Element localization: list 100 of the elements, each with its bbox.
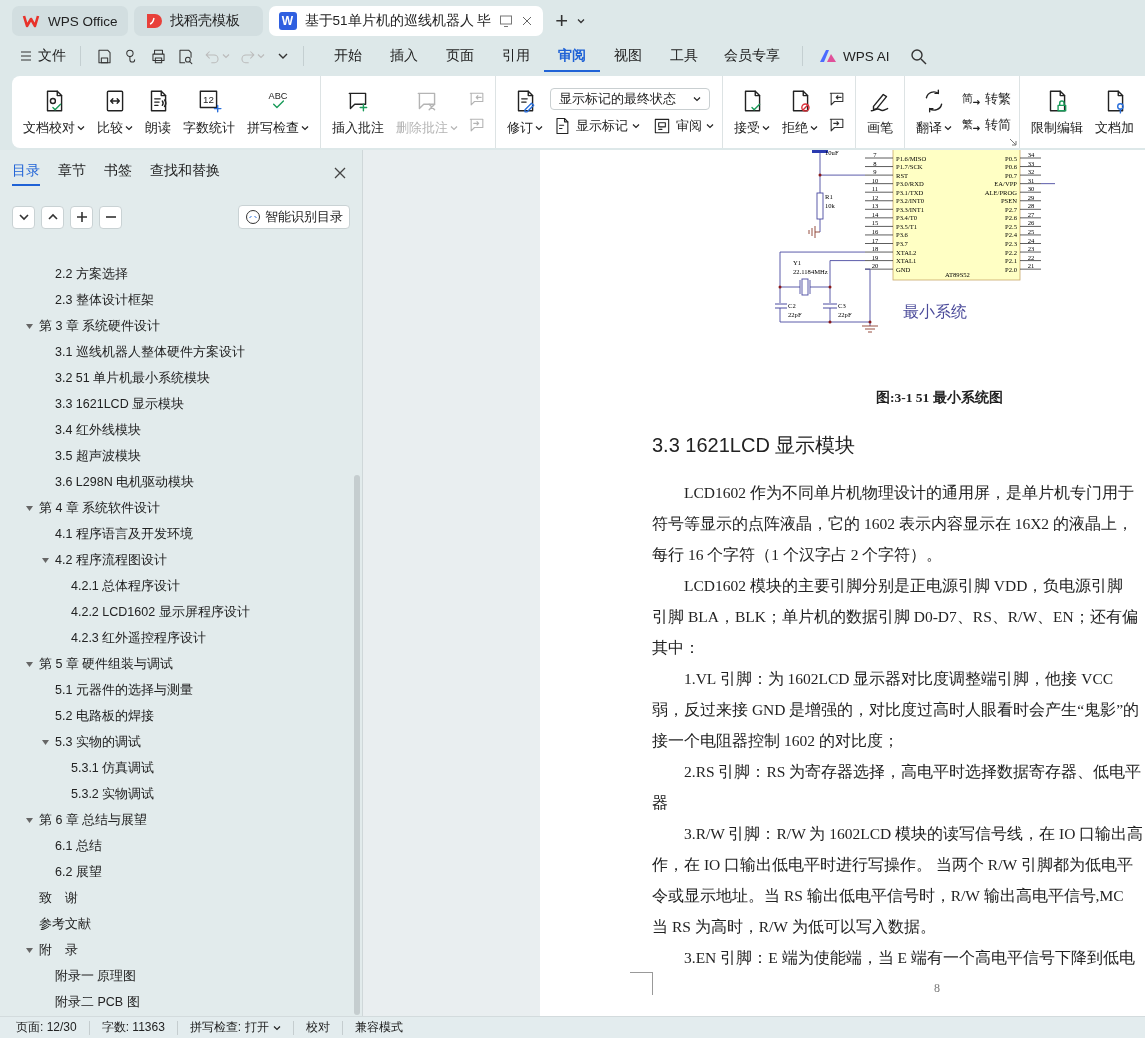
toc-item[interactable]: 6.1 总结 [55,837,102,855]
ribbon-button[interactable]: 文档校对 [18,83,90,141]
ribbon-tab[interactable]: 审阅 [544,40,600,72]
ribbon-button[interactable]: 翻译 [911,83,957,141]
crop-mark [630,972,653,995]
status-text: 页面: 12/30 [15,1019,78,1036]
toc-item[interactable]: 第 5 章 硬件组装与调试 [39,655,174,673]
ribbon-button[interactable]: 接受 [729,83,775,141]
ribbon-button[interactable]: 画笔 [862,83,898,141]
sidebar-tab[interactable]: 章节 [58,162,86,186]
caret-icon [632,122,640,130]
ribbon-button[interactable]: 繁 转简 [959,115,1013,135]
toc-item[interactable]: 致 谢 [39,889,78,907]
ribbon-tab[interactable]: 页面 [432,40,488,72]
caret-icon [222,52,230,60]
toc-item[interactable]: 第 6 章 总结与展望 [39,811,148,829]
expand-triangle-icon[interactable] [41,555,50,565]
expand-button[interactable] [41,205,64,229]
toc-item[interactable]: 3.2 51 单片机最小系统模块 [55,369,211,387]
expand-triangle-icon[interactable] [41,737,50,747]
ribbon-tab[interactable]: 开始 [320,40,376,72]
smart-toc-button[interactable]: 智能识别目录 [238,205,350,229]
ribbon-button[interactable]: 12 字数统计 [178,83,240,141]
status-text: 兼容模式 [353,1019,404,1036]
expand-triangle-icon[interactable] [25,945,34,955]
search-icon[interactable] [909,47,927,65]
toc-item[interactable]: 4.2 程序流程图设计 [55,551,167,569]
ribbon-button[interactable]: 插入批注 [327,83,389,141]
close-icon[interactable] [521,15,534,27]
body-paragraph: 1.VL 引脚：为 1602LCD 显示器对比度调整端引脚，他接 VCC 弱，反过来接 GND 是增强的，对比度过高时人眼看时会产生“鬼影”的 接一个电阻器控制 1602 的对比度； [652,669,1141,751]
spell-check-dropdown[interactable]: 拼写检查: 打开 [183,1019,287,1036]
ribbon-tab[interactable]: 插入 [376,40,432,72]
ribbon-button[interactable]: ABC 拼写检查 [242,83,314,141]
toc-item[interactable]: 5.3.2 实物调试 [71,785,155,803]
chevron-down-icon [17,211,30,223]
expand-triangle-icon[interactable] [25,321,34,331]
sidebar-tab[interactable]: 目录 [12,162,40,186]
toc-item[interactable]: 4.1 程序语言及开发环境 [55,525,193,543]
ribbon-tab[interactable]: 引用 [488,40,544,72]
toc-item[interactable]: 3.1 巡线机器人整体硬件方案设计 [55,343,245,361]
caret-icon [450,124,458,132]
ribbon-button[interactable]: 审阅 [650,116,716,136]
ribbon-button[interactable]: 拒绝 [777,83,823,141]
caret-icon [125,124,133,132]
chevron-down-icon[interactable] [576,16,587,26]
expand-triangle-icon[interactable] [25,659,34,669]
ribbon-button[interactable]: 显示标记 [550,116,642,136]
toc-item[interactable]: 4.2.2 LCD1602 显示屏程序设计 [71,603,250,621]
ribbon-tab[interactable]: 视图 [600,40,656,72]
toc-item[interactable]: 附 录 [39,941,78,959]
expand-triangle-icon[interactable] [25,503,34,513]
ai-logo-icon [819,49,837,63]
toc-item[interactable]: 5.2 电路板的焊接 [55,707,154,725]
toc-item[interactable]: 附录二 PCB 图 [55,993,140,1011]
toc-item[interactable]: 5.1 元器件的选择与测量 [55,681,193,699]
close-icon [334,166,346,179]
collapse-button[interactable] [12,205,35,229]
document-tab[interactable]: WPS Office [12,6,128,36]
toc-item[interactable]: 3.5 超声波模块 [55,447,141,465]
ai-button[interactable]: WPS AI [813,47,896,65]
ribbon-button[interactable]: 简 转繁 [959,89,1013,109]
toc-item[interactable]: 第 4 章 系统软件设计 [39,499,161,517]
add-button[interactable] [70,205,93,229]
toc-item[interactable]: 第 3 章 系统硬件设计 [39,317,161,335]
scrollbar[interactable] [354,475,360,1015]
document-tab[interactable]: 找稻壳模板 [133,6,263,36]
section-heading: 3.3 1621LCD 显示模块 [652,433,857,458]
dialog-launcher-icon[interactable] [1009,138,1017,146]
ribbon-tab[interactable]: 会员专享 [712,40,792,72]
toc-item[interactable]: 参考文献 [39,915,91,933]
toc-item[interactable]: 3.4 红外线模块 [55,421,141,439]
expand-triangle-icon[interactable] [25,815,34,825]
toc-item[interactable]: 4.2.1 总体程序设计 [71,577,181,595]
ribbon-button[interactable]: 比较 [92,83,138,141]
remove-button[interactable] [99,205,122,229]
toc-item[interactable]: 6.2 展望 [55,863,102,881]
ribbon-tab[interactable]: 工具 [656,40,712,72]
ribbon-button[interactable]: 限制编辑 [1026,83,1088,141]
panel-icon [652,116,672,136]
document-tab[interactable]: W 基于51单片机的巡线机器人 毕 [268,6,544,36]
markup-dropdown[interactable]: 显示标记的最终状态 [550,88,710,110]
toc-item[interactable]: 3.3 1621LCD 显示模块 [55,395,185,413]
sidebar-tab[interactable]: 书签 [104,162,132,186]
figure-caption: 图:3-1 51 最小系统图 [876,389,1004,407]
proofread-button[interactable]: 校对 [299,1019,336,1036]
toc-item[interactable]: 2.3 整体设计框架 [55,291,154,309]
toc-item[interactable]: 附录一 原理图 [55,967,137,985]
file-menu[interactable]: 文件 [16,42,70,70]
ribbon-button[interactable]: 文档加 [1090,83,1139,141]
caret-icon [810,124,818,132]
toc-item[interactable]: 5.3 实物的调试 [55,733,141,751]
ribbon-button[interactable]: 修订 [502,83,548,141]
toc-item[interactable]: 4.2.3 红外遥控程序设计 [71,629,207,647]
new-tab-button[interactable]: + [553,8,571,34]
ribbon-button[interactable]: 朗读 [140,83,176,141]
toc-item[interactable]: 2.2 方案选择 [55,265,128,283]
toc-item[interactable]: 3.6 L298N 电机驱动模块 [55,473,195,491]
sidebar-tab[interactable]: 查找和替换 [150,162,220,186]
toc-item[interactable]: 5.3.1 仿真调试 [71,759,155,777]
caret-icon [535,124,543,132]
